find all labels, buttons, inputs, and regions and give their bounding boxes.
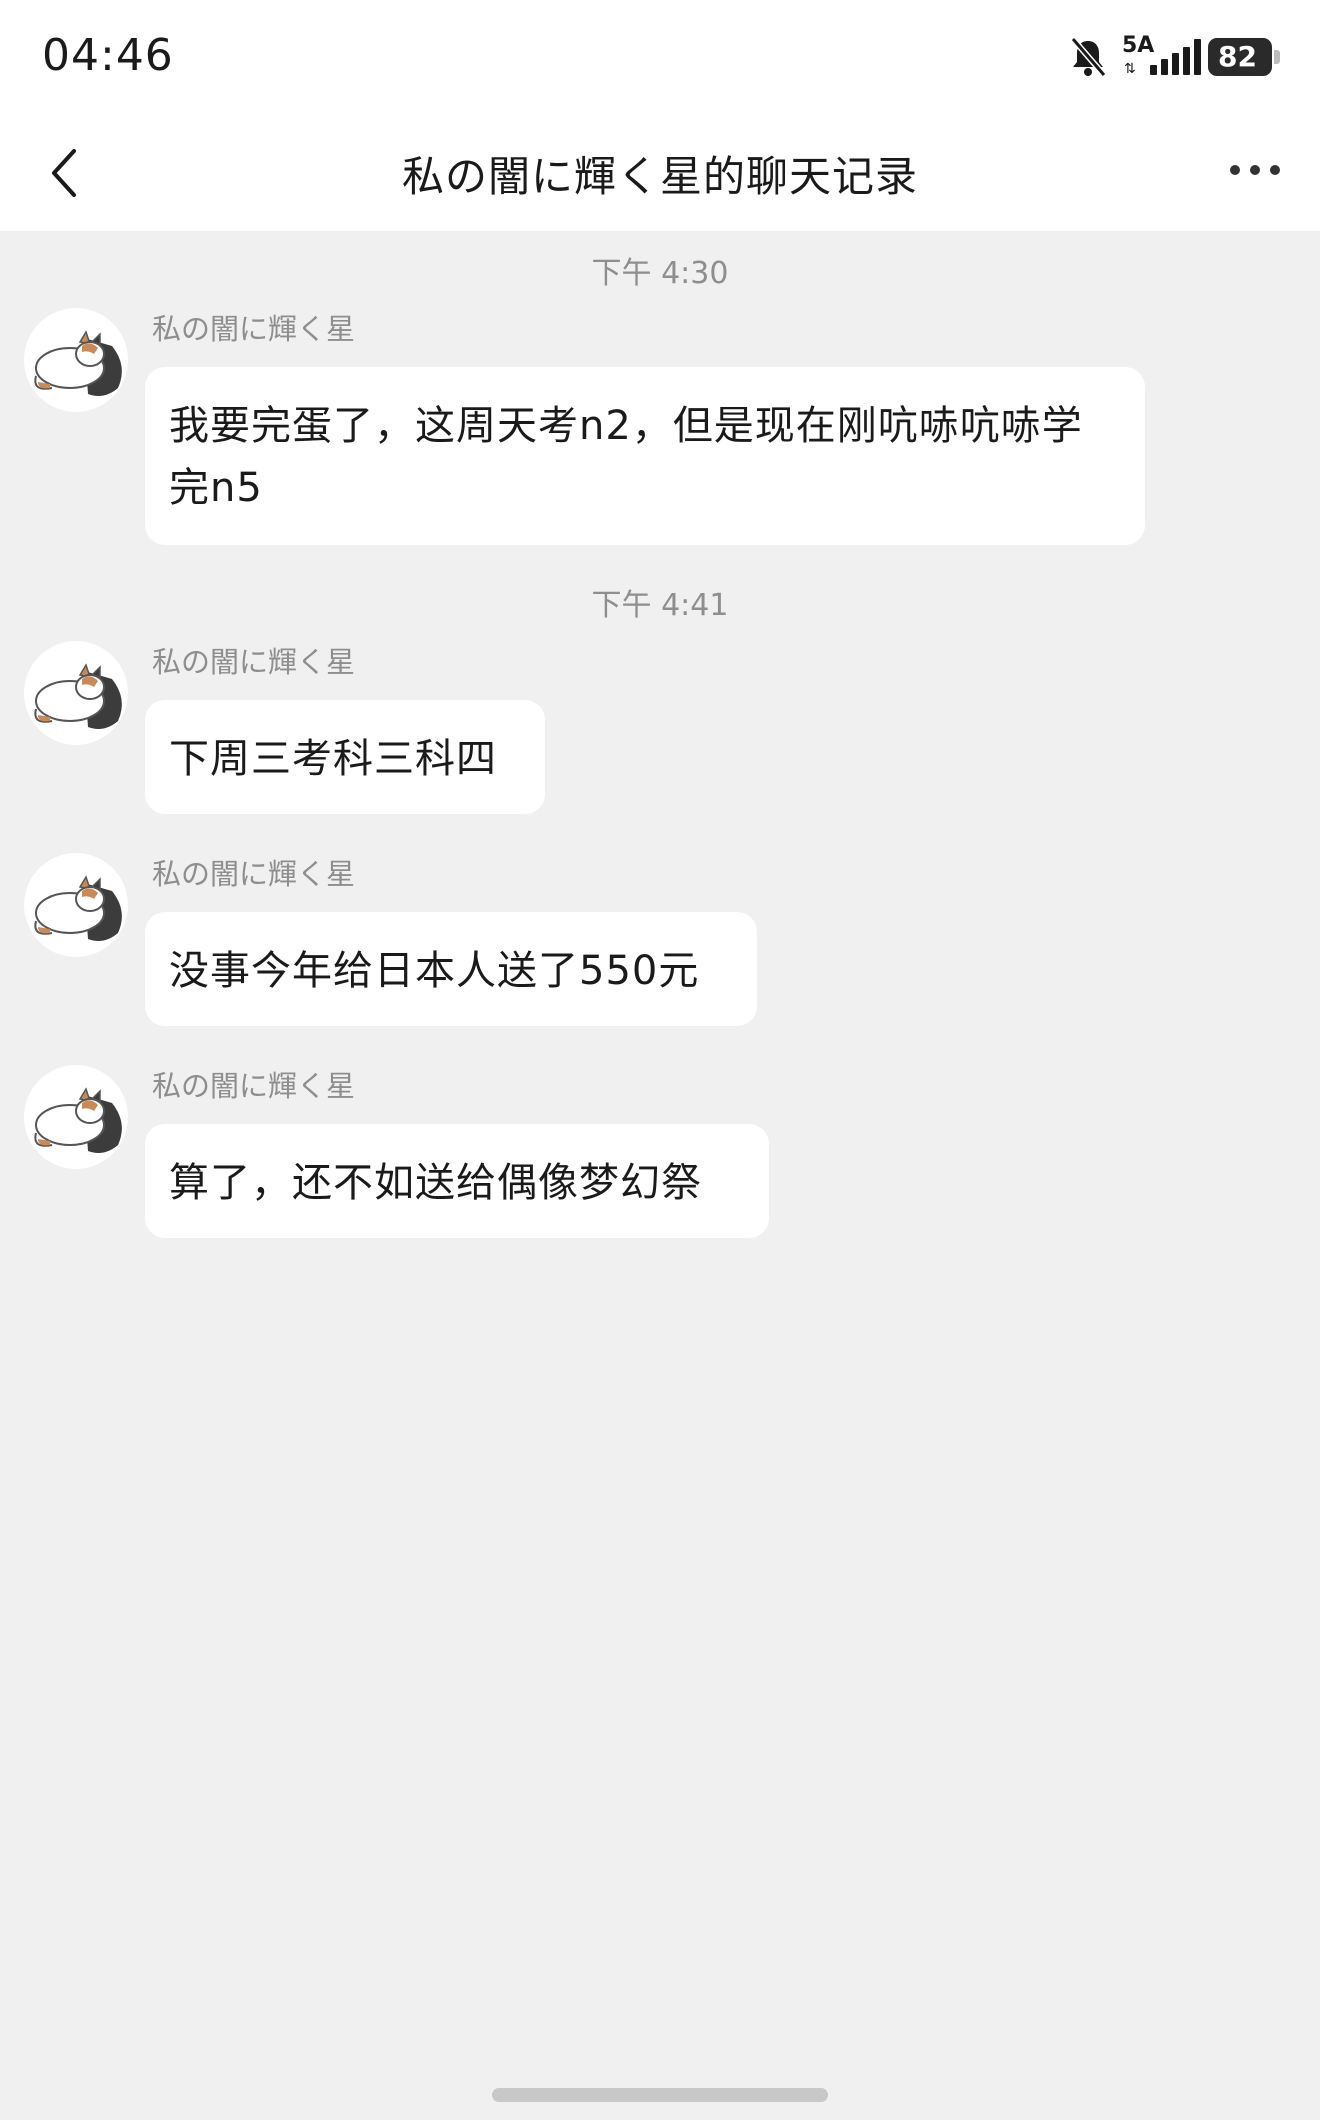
sender-name: 私の闇に輝く星 [152, 312, 356, 346]
home-indicator[interactable] [492, 2088, 828, 2102]
avatar[interactable] [24, 641, 128, 745]
message-bubble[interactable]: 我要完蛋了，这周天考n2，但是现在刚吭哧吭哧学完n5 [145, 367, 1145, 545]
cat-avatar-icon [34, 1087, 122, 1153]
chevron-left-icon[interactable] [40, 145, 90, 201]
cat-avatar-icon [34, 875, 122, 941]
message-bubble[interactable]: 没事今年给日本人送了550元 [145, 912, 757, 1026]
data-arrows-icon: ⇅ [1124, 61, 1136, 77]
time-separator: 下午 4:41 [591, 588, 729, 623]
sender-name: 私の闇に輝く星 [152, 1069, 356, 1103]
avatar[interactable] [24, 308, 128, 412]
status-time: 04:46 [42, 30, 174, 81]
message-bubble[interactable]: 算了，还不如送给偶像梦幻祭 [145, 1124, 769, 1238]
cat-avatar-icon [34, 330, 122, 396]
cat-avatar-icon [34, 663, 122, 729]
avatar[interactable] [24, 1065, 128, 1169]
battery-level: 82 [1208, 38, 1272, 76]
sender-name: 私の闇に輝く星 [152, 645, 356, 679]
message-bubble[interactable]: 下周三考科三科四 [145, 700, 545, 814]
status-bar: 04:46 5A ⇅ 82 [0, 0, 1320, 115]
sender-name: 私の闇に輝く星 [152, 857, 356, 891]
signal-bars [1150, 39, 1201, 75]
battery-icon: 82 [1208, 38, 1280, 76]
nav-bar: 私の闇に輝く星的聊天记录 [0, 115, 1320, 231]
bell-muted-icon [1070, 37, 1107, 77]
signal-icon: 5A ⇅ [1122, 33, 1201, 79]
time-separator: 下午 4:30 [591, 256, 729, 291]
battery-tip [1274, 50, 1280, 64]
status-icons: 5A ⇅ 82 [1068, 33, 1280, 80]
avatar[interactable] [24, 853, 128, 957]
more-icon[interactable] [1230, 155, 1280, 185]
page-title: 私の闇に輝く星的聊天记录 [401, 152, 918, 201]
